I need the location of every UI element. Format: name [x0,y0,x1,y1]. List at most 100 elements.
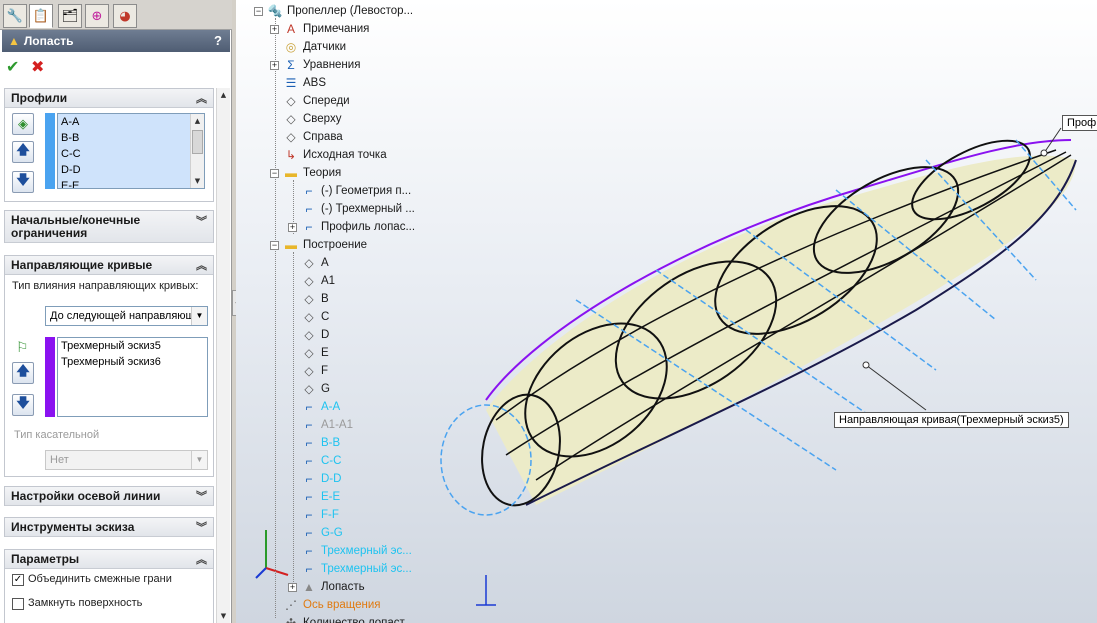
list-item[interactable]: A-A [58,114,204,130]
list-item[interactable]: B-B [58,130,204,146]
move-up-button[interactable]: 🡅 [12,362,34,384]
expand-icon[interactable]: + [270,24,279,34]
tree-item[interactable]: ◇ B [288,290,328,308]
tree-item[interactable]: − ▬ Построение [270,236,367,254]
options-header[interactable]: Параметры ︽ [5,550,213,569]
sketch-tools-header[interactable]: Инструменты эскиза ︾ [5,518,213,537]
expand-icon[interactable]: + [288,582,297,592]
centerline-header[interactable]: Настройки осевой линии ︾ [5,487,213,506]
tree-root[interactable]: − 🔩 Пропеллер (Левостор... [254,2,413,20]
tree-item[interactable]: ◇ E [288,344,329,362]
tree-item[interactable]: ◎ Датчики [270,38,346,56]
move-down-button[interactable]: 🡇 [12,394,34,416]
collapse-icon[interactable]: − [254,6,263,16]
tree-item[interactable]: ⌐ (-) Геометрия п... [288,182,411,200]
sketch-icon: ⌐ [305,454,313,468]
property-manager-tab-icon[interactable]: 📋 [29,4,53,28]
move-down-button[interactable]: 🡇 [12,171,34,193]
tree-item[interactable]: − ▬ Теория [270,164,341,182]
tree-item[interactable]: ⌐ Трехмерный эс... [288,560,411,578]
influence-type-dropdown[interactable]: До следующей направляющей ▼ [45,306,208,326]
merge-faces-checkbox[interactable]: ✓ [12,574,24,586]
tree-item[interactable]: + ▲ Лопасть [288,578,365,596]
tree-item-label: C-C [321,455,342,467]
tree-item[interactable]: ⌐ A-A [288,398,340,416]
tree-item[interactable]: + A Примечания [270,20,369,38]
guide-curves-header[interactable]: Направляющие кривые ︽ [5,256,213,275]
list-item[interactable]: Трехмерный эскиз6 [58,354,207,370]
collapse-icon[interactable]: ︽ [196,551,207,567]
tree-item[interactable]: ✣ Количество лопаст... [270,614,413,623]
display-manager-tab-icon[interactable]: ◕ [113,4,137,28]
expand-icon[interactable]: ︾ [196,519,207,535]
graphics-area[interactable]: − 🔩 Пропеллер (Левостор... + A Примечания ◎… [236,0,1097,623]
configuration-manager-tab-icon[interactable]: 🗂 [58,4,82,28]
tree-item[interactable]: ⌐ (-) Трехмерный ... [288,200,414,218]
tree-item[interactable]: + Σ Уравнения [270,56,360,74]
chevron-down-icon[interactable]: ▼ [191,307,207,325]
scroll-down-icon[interactable]: ▼ [217,609,230,623]
tree-item[interactable]: ◇ A [288,254,328,272]
expand-icon[interactable]: ︾ [196,216,207,229]
tree-item[interactable]: ◇ G [288,380,330,398]
list-item[interactable]: C-C [58,146,204,162]
close-surface-checkbox[interactable] [12,598,24,610]
equations-icon: Σ [287,58,295,72]
tangent-type-dropdown[interactable]: Нет ▼ [45,450,208,470]
scroll-up-icon[interactable]: ▲ [217,88,230,102]
help-button[interactable]: ? [214,33,222,48]
influence-type-label: Тип влияния направляющих кривых: [12,280,199,292]
tree-item[interactable]: + ⌐ Профиль лопас... [288,218,415,236]
scroll-thumb[interactable] [192,130,203,154]
expand-icon[interactable]: + [288,222,297,232]
tree-item[interactable]: ⌐ B-B [288,434,340,452]
tree-item[interactable]: ⌐ E-E [288,488,340,506]
plane-icon: ◇ [304,382,314,396]
expand-icon[interactable]: ︾ [196,488,207,504]
tree-item[interactable]: ☰ ABS [270,74,326,92]
tree-item[interactable]: ⌐ G-G [288,524,342,542]
guide-curves-list[interactable]: Трехмерный эскиз5 Трехмерный эскиз6 [57,337,208,417]
tree-item-label: E-E [321,491,341,503]
tree-item[interactable]: ◇ D [288,326,329,344]
ok-button[interactable]: ✔ [6,57,19,76]
start-end-header[interactable]: Начальные/конечные ограничения ︾ [5,211,213,243]
collapse-icon[interactable]: ︽ [196,90,207,106]
property-manager-scrollbar[interactable]: ▲ ▼ [216,88,230,623]
tree-item[interactable]: ⌐ F-F [288,506,338,524]
chevron-down-icon[interactable]: ▼ [191,451,207,469]
profiles-header[interactable]: Профили ︽ [5,89,213,108]
move-up-button[interactable]: 🡅 [12,141,34,163]
list-item[interactable]: D-D [58,162,204,178]
scroll-up-icon[interactable]: ▲ [191,114,204,128]
tree-item[interactable]: ⌐ C-C [288,452,341,470]
sketch-3d-icon: ⌐ [305,544,313,558]
tree-item-label: E [321,347,329,359]
expand-icon[interactable]: + [270,60,279,70]
cancel-button[interactable]: ✖ [31,57,44,76]
tree-item[interactable]: ⋰ Ось вращения [270,596,381,614]
tree-item[interactable]: ◇ A1 [288,272,335,290]
feature-manager-tab-icon[interactable]: 🔧 [3,4,27,28]
tree-item[interactable]: ◇ C [288,308,329,326]
tree-item[interactable]: ↳ Исходная точка [270,146,387,164]
tree-item[interactable]: ◇ F [288,362,328,380]
list-item[interactable]: E-E [58,178,204,188]
profiles-scrollbar[interactable]: ▲ ▼ [190,114,204,188]
collapse-icon[interactable]: ︽ [196,257,207,273]
tree-item-label: C [321,311,330,323]
plane-icon: ◇ [286,112,296,126]
dimxpert-tab-icon[interactable]: ⊕ [85,4,109,28]
profiles-list[interactable]: A-A B-B C-C D-D E-E ▲ ▼ [57,113,205,189]
collapse-icon[interactable]: − [270,240,279,250]
loft-model-view[interactable] [236,0,1097,623]
tree-item[interactable]: ◇ Справа [270,128,342,146]
tree-item[interactable]: ◇ Сверху [270,110,341,128]
collapse-icon[interactable]: − [270,168,279,178]
list-item[interactable]: Трехмерный эскиз5 [58,338,207,354]
scroll-down-icon[interactable]: ▼ [191,174,204,188]
tree-item[interactable]: ⌐ A1-A1 [288,416,352,434]
tree-item[interactable]: ⌐ Трехмерный эс... [288,542,411,560]
tree-item[interactable]: ◇ Спереди [270,92,349,110]
tree-item[interactable]: ⌐ D-D [288,470,341,488]
